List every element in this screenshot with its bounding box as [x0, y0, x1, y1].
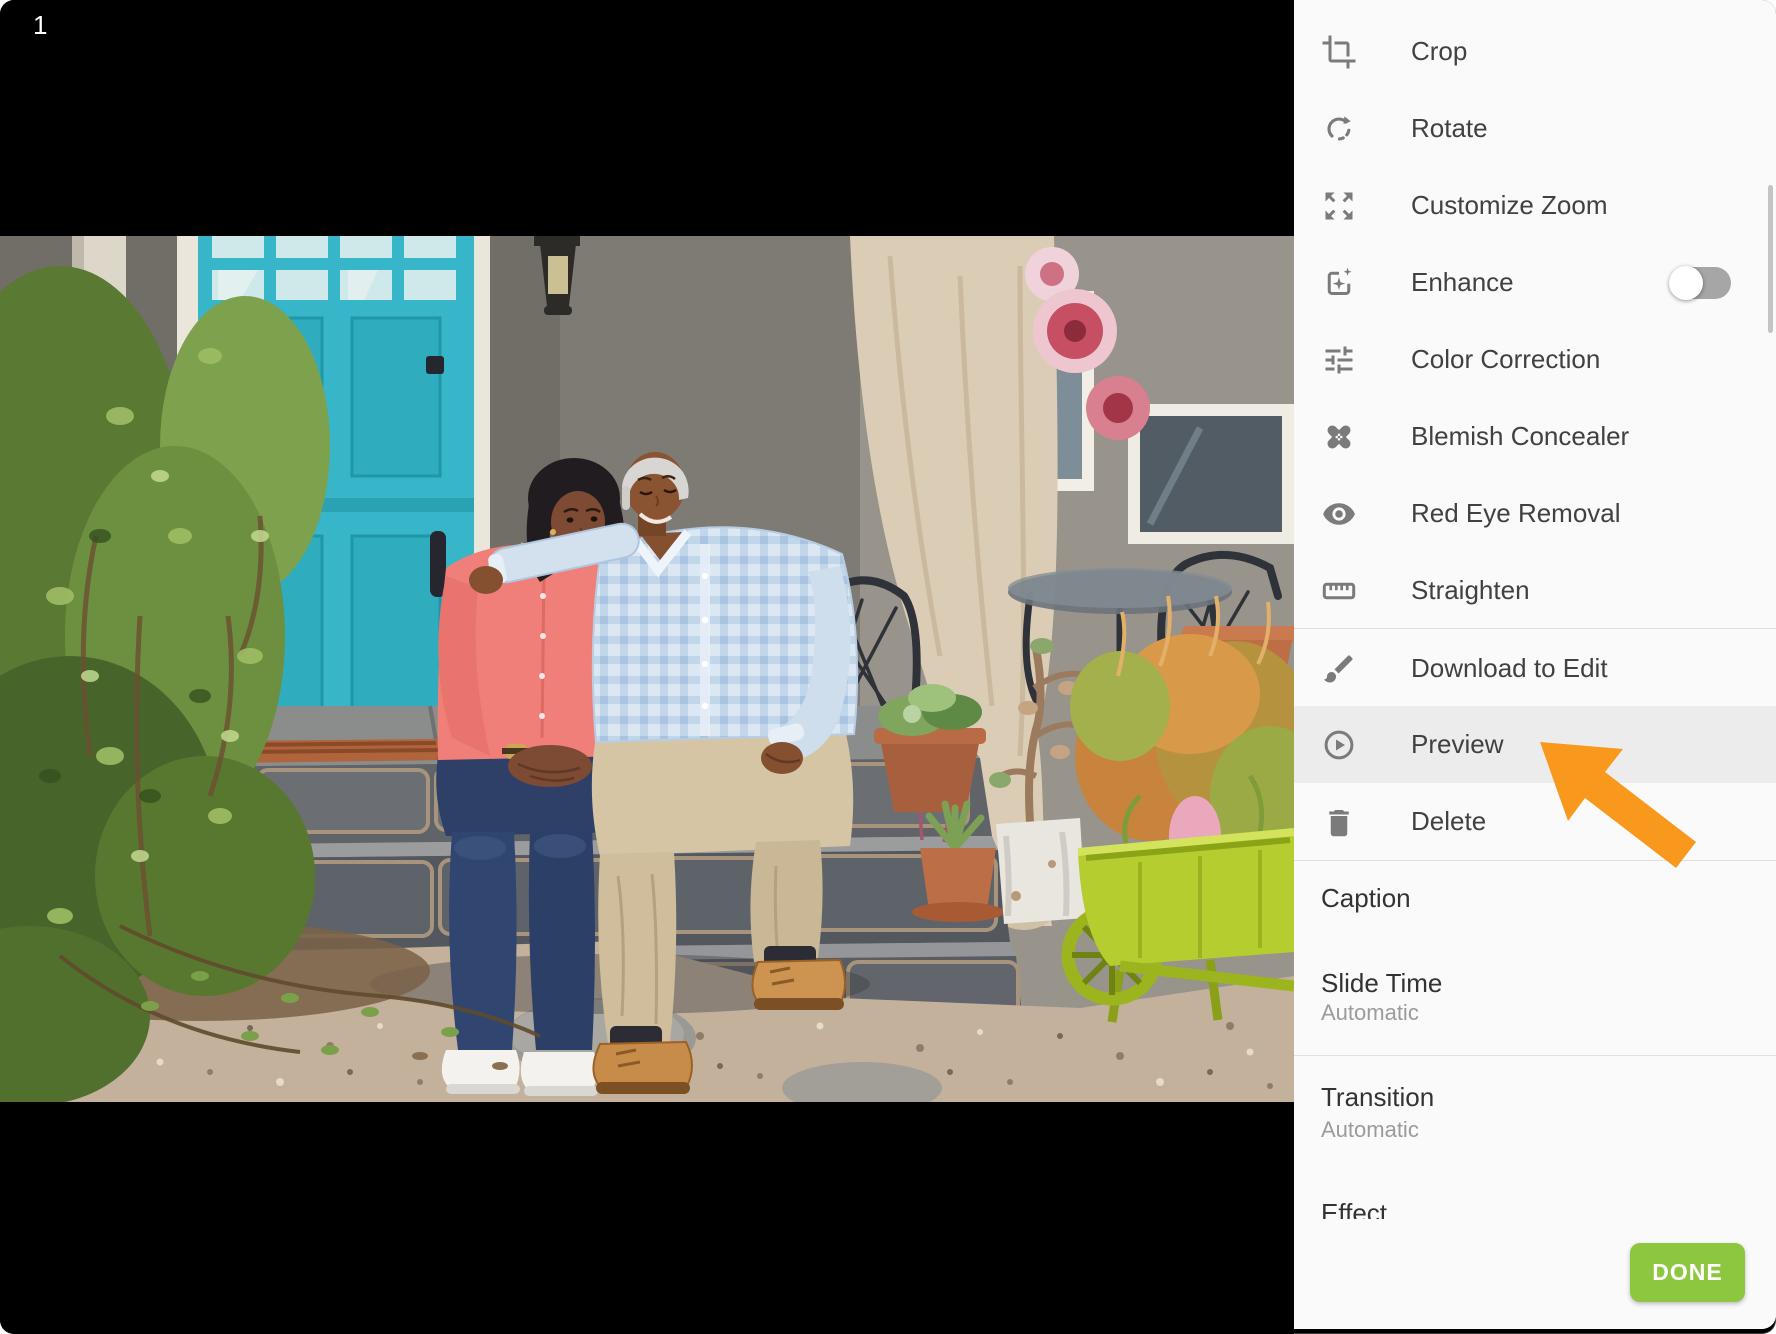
edit-options-panel: Crop Rotate Customize Zoom Enhance Color…: [1294, 0, 1776, 1329]
brush-icon: [1321, 651, 1357, 687]
transition-value: Automatic: [1321, 1117, 1419, 1143]
play-circle-icon: [1321, 727, 1357, 763]
menu-item-customize-zoom[interactable]: Customize Zoom: [1294, 167, 1776, 244]
menu-item-preview[interactable]: Preview: [1294, 706, 1776, 783]
menu-item-straighten[interactable]: Straighten: [1294, 552, 1776, 629]
menu-item-label: Delete: [1411, 806, 1486, 837]
slide-photo: [0, 236, 1294, 1102]
menu-item-label: Enhance: [1411, 267, 1514, 298]
menu-item-label: Crop: [1411, 36, 1467, 67]
menu-item-label: Color Correction: [1411, 344, 1600, 375]
scrollbar-thumb[interactable]: [1768, 185, 1773, 333]
menu-item-delete[interactable]: Delete: [1294, 783, 1776, 860]
menu-item-label: Blemish Concealer: [1411, 421, 1629, 452]
slide-stage: 1: [0, 0, 1294, 1334]
section-slide-time[interactable]: Slide Time: [1321, 968, 1442, 999]
divider: [1294, 628, 1776, 629]
menu-item-crop[interactable]: Crop: [1294, 13, 1776, 90]
slide-time-value: Automatic: [1321, 1000, 1419, 1026]
trash-icon: [1321, 804, 1357, 840]
menu-item-label: Preview: [1411, 729, 1503, 760]
menu-item-red-eye-removal[interactable]: Red Eye Removal: [1294, 475, 1776, 552]
menu-item-label: Straighten: [1411, 575, 1530, 606]
bandage-icon: [1321, 419, 1357, 455]
app-window: 1: [0, 0, 1776, 1334]
rotate-icon: [1321, 111, 1357, 147]
divider: [1294, 1055, 1776, 1056]
zoom-map-icon: [1321, 188, 1357, 224]
menu-item-blemish-concealer[interactable]: Blemish Concealer: [1294, 398, 1776, 475]
done-button[interactable]: DONE: [1630, 1243, 1745, 1302]
menu-item-rotate[interactable]: Rotate: [1294, 90, 1776, 167]
section-caption[interactable]: Caption: [1321, 883, 1411, 914]
bottom-bar: DONE: [1294, 1219, 1776, 1329]
menu-item-label: Download to Edit: [1411, 653, 1608, 684]
eye-icon: [1321, 496, 1357, 532]
sliders-icon: [1321, 342, 1357, 378]
menu-item-color-correction[interactable]: Color Correction: [1294, 321, 1776, 398]
crop-icon: [1321, 34, 1357, 70]
section-transition[interactable]: Transition: [1321, 1082, 1434, 1113]
menu-item-label: Customize Zoom: [1411, 190, 1608, 221]
slide-number-label: 1: [33, 10, 47, 41]
ruler-icon: [1321, 573, 1357, 609]
enhance-toggle[interactable]: [1671, 267, 1731, 299]
enhance-icon: [1321, 265, 1357, 301]
menu-item-label: Red Eye Removal: [1411, 498, 1621, 529]
divider: [1294, 860, 1776, 861]
menu-item-label: Rotate: [1411, 113, 1488, 144]
menu-item-download-to-edit[interactable]: Download to Edit: [1294, 630, 1776, 707]
menu-item-enhance[interactable]: Enhance: [1294, 244, 1776, 321]
toggle-knob: [1669, 266, 1703, 300]
